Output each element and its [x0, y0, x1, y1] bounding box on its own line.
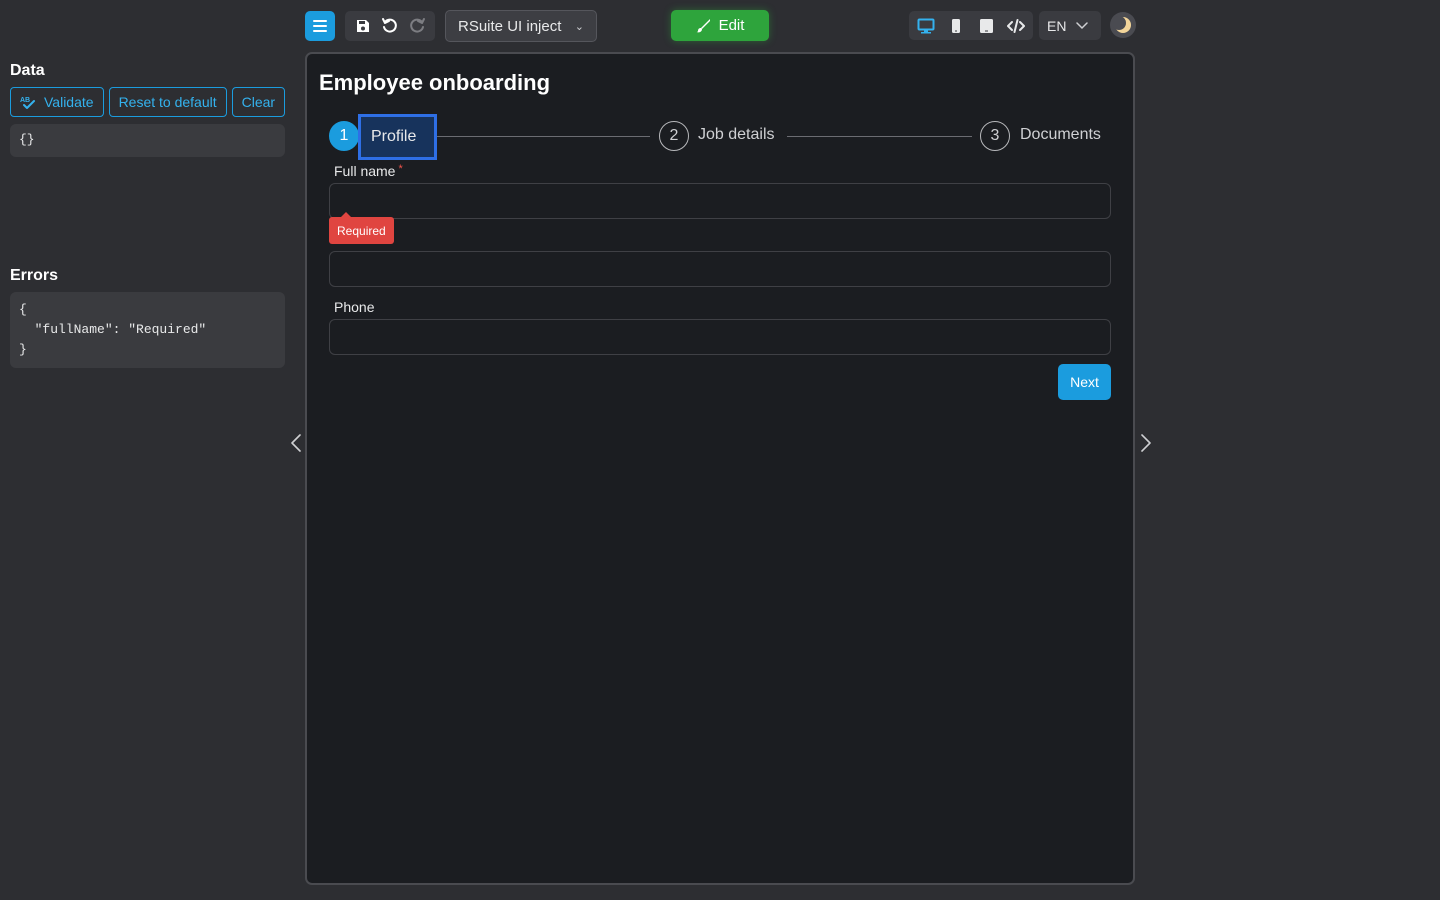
- required-marker: *: [398, 163, 403, 175]
- save-button[interactable]: [351, 14, 375, 38]
- clear-button-label: Clear: [241, 94, 276, 110]
- step-2-label[interactable]: Job details: [696, 126, 777, 144]
- chevron-left-icon: [291, 434, 301, 452]
- code-view-button[interactable]: [1003, 14, 1029, 38]
- step-3-label[interactable]: Documents: [1018, 126, 1103, 144]
- menu-button[interactable]: [305, 11, 335, 41]
- chevron-down-icon: [1076, 21, 1089, 29]
- preset-select[interactable]: RSuite UI inject ⌄: [445, 10, 597, 42]
- desktop-icon: [917, 18, 935, 33]
- validate-button-label: Validate: [44, 94, 94, 110]
- step-connector: [425, 136, 650, 137]
- next-button[interactable]: Next: [1058, 364, 1111, 400]
- full-name-label: Full name *: [334, 163, 403, 179]
- redo-button[interactable]: [405, 14, 429, 38]
- undo-button[interactable]: [378, 14, 402, 38]
- step-3-number[interactable]: 3: [980, 121, 1010, 151]
- data-section-title: Data: [10, 62, 45, 79]
- device-preview-group: [909, 11, 1033, 40]
- svg-text:AB: AB: [20, 97, 30, 104]
- tablet-view-button[interactable]: [973, 14, 999, 38]
- step-1-number[interactable]: 1: [329, 121, 359, 151]
- step-2-number[interactable]: 2: [659, 121, 689, 151]
- language-select[interactable]: EN: [1039, 11, 1101, 40]
- top-toolbar: RSuite UI inject ⌄ Edit EN: [0, 0, 1440, 52]
- full-name-input[interactable]: [329, 183, 1111, 219]
- phone-input[interactable]: [329, 319, 1111, 355]
- brush-icon: [696, 19, 710, 33]
- save-icon: [356, 20, 369, 32]
- history-button-group: [345, 11, 435, 41]
- hamburger-icon: [313, 20, 327, 32]
- mobile-icon: [952, 18, 960, 33]
- full-name-error-tooltip: Required: [329, 212, 394, 244]
- code-icon: [1007, 18, 1025, 33]
- edit-button-label: Edit: [718, 17, 745, 34]
- undo-icon: [381, 18, 397, 33]
- collapse-right-panel-button[interactable]: [1138, 432, 1154, 454]
- language-value: EN: [1047, 17, 1067, 34]
- chevron-right-icon: [1141, 434, 1151, 452]
- full-name-label-text: Full name: [334, 163, 396, 179]
- validate-button[interactable]: AB Validate: [10, 87, 104, 117]
- edit-button[interactable]: Edit: [671, 10, 769, 41]
- clear-button[interactable]: Clear: [231, 87, 286, 117]
- step-1-label[interactable]: Profile: [358, 114, 437, 160]
- form-canvas: Employee onboarding 1 Profile 2 Job deta…: [305, 52, 1135, 885]
- errors-section-title: Errors: [10, 267, 59, 284]
- tablet-icon: [979, 18, 993, 33]
- form-title: Employee onboarding: [319, 70, 551, 95]
- collapse-left-panel-button[interactable]: [288, 432, 304, 454]
- reset-button-label: Reset to default: [118, 94, 217, 110]
- data-actions: AB Validate Reset to default Clear: [10, 87, 286, 117]
- desktop-view-button[interactable]: [913, 14, 939, 38]
- preset-select-value: RSuite UI inject: [458, 17, 562, 35]
- spell-check-icon: AB: [20, 97, 35, 109]
- errors-json-viewer: { "fullName": "Required" }: [10, 292, 285, 368]
- steps-indicator: 1 Profile 2 Job details 3 Documents: [329, 114, 1114, 160]
- theme-toggle-button[interactable]: [1110, 12, 1136, 38]
- data-json-viewer: {}: [10, 124, 285, 157]
- phone-label: Phone: [334, 299, 375, 315]
- redo-icon: [410, 18, 426, 33]
- moon-icon: [1113, 16, 1131, 33]
- mobile-view-button[interactable]: [943, 14, 969, 38]
- caret-down-icon: ⌄: [574, 20, 584, 33]
- email-input[interactable]: [329, 251, 1111, 287]
- reset-to-default-button[interactable]: Reset to default: [108, 87, 227, 117]
- step-connector: [787, 136, 972, 137]
